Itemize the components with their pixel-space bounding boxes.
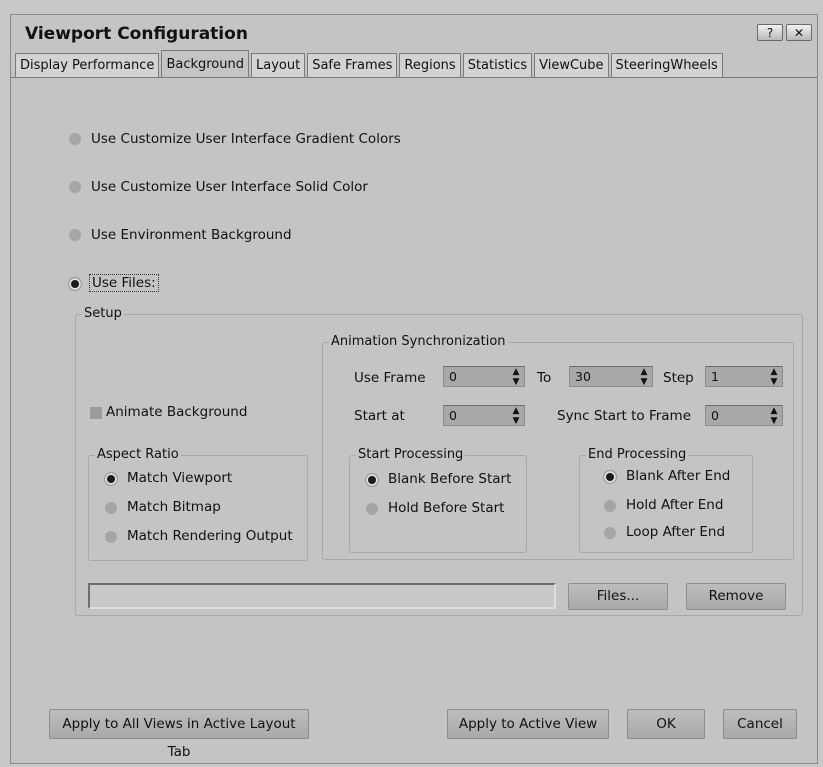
aspect-ratio-group: Aspect Ratio Match Viewport Match Bitmap… <box>88 447 308 561</box>
dialog-title: Viewport Configuration <box>25 24 248 44</box>
use-frame-spinner[interactable]: 0 ▲▼ <box>443 366 525 387</box>
title-bar: Viewport Configuration ? ✕ <box>11 15 817 49</box>
start-processing-title: Start Processing <box>356 447 466 463</box>
to-label: To <box>537 370 552 386</box>
viewport-configuration-dialog: Viewport Configuration ? ✕ Display Perfo… <box>10 14 818 764</box>
radio-use-files[interactable] <box>69 278 81 290</box>
radio-solid-color[interactable] <box>69 181 81 193</box>
radio-blank-after-end[interactable] <box>604 471 616 483</box>
start-processing-group: Start Processing Blank Before Start Hold… <box>349 447 527 553</box>
file-path-field[interactable] <box>88 583 556 609</box>
tab-layout[interactable]: Layout <box>251 53 306 77</box>
animate-background-checkbox[interactable] <box>90 407 102 419</box>
sync-start-to-frame-value: 0 <box>711 408 719 423</box>
tab-strip: Display Performance Background Layout Sa… <box>15 50 725 78</box>
sync-start-to-frame-spinner[interactable]: 0 ▲▼ <box>705 405 783 426</box>
start-at-value: 0 <box>449 408 457 423</box>
apply-to-active-view-button[interactable]: Apply to Active View <box>447 709 609 739</box>
tab-regions[interactable]: Regions <box>399 53 461 77</box>
end-processing-group: End Processing Blank After End Hold Afte… <box>579 447 753 553</box>
aspect-ratio-title: Aspect Ratio <box>95 447 181 463</box>
files-button[interactable]: Files... <box>568 583 668 610</box>
radio-match-viewport[interactable] <box>105 473 117 485</box>
radio-gradient-colors[interactable] <box>69 133 81 145</box>
radio-match-viewport-label[interactable]: Match Viewport <box>127 470 232 486</box>
step-value: 1 <box>711 369 719 384</box>
animation-synchronization-title: Animation Synchronization <box>329 334 508 350</box>
spinner-arrows-icon[interactable]: ▲▼ <box>511 406 521 429</box>
radio-hold-before-start[interactable] <box>366 503 378 515</box>
apply-to-all-views-button[interactable]: Apply to All Views in Active Layout Tab <box>49 709 309 760</box>
remove-button[interactable]: Remove <box>686 583 786 610</box>
spinner-arrows-icon[interactable]: ▲▼ <box>769 367 779 390</box>
radio-match-rendering-output[interactable] <box>105 531 117 543</box>
start-at-label: Start at <box>354 408 405 424</box>
radio-environment-background-label[interactable]: Use Environment Background <box>91 227 292 243</box>
cancel-button[interactable]: Cancel <box>723 709 797 739</box>
radio-blank-after-end-label[interactable]: Blank After End <box>626 468 730 484</box>
radio-match-rendering-output-label[interactable]: Match Rendering Output <box>127 528 293 544</box>
radio-blank-before-start[interactable] <box>366 474 378 486</box>
end-processing-title: End Processing <box>586 447 689 463</box>
step-spinner[interactable]: 1 ▲▼ <box>705 366 783 387</box>
radio-solid-color-label[interactable]: Use Customize User Interface Solid Color <box>91 179 368 195</box>
spinner-arrows-icon[interactable]: ▲▼ <box>769 406 779 429</box>
radio-hold-after-end[interactable] <box>604 500 616 512</box>
tab-background[interactable]: Background <box>161 50 249 77</box>
start-at-spinner[interactable]: 0 ▲▼ <box>443 405 525 426</box>
radio-loop-after-end[interactable] <box>604 527 616 539</box>
use-frame-value: 0 <box>449 369 457 384</box>
radio-hold-before-start-label[interactable]: Hold Before Start <box>388 500 504 516</box>
animate-background-label[interactable]: Animate Background <box>106 404 247 420</box>
step-label: Step <box>663 370 694 386</box>
radio-match-bitmap-label[interactable]: Match Bitmap <box>127 499 221 515</box>
ok-button[interactable]: OK <box>627 709 705 739</box>
spinner-arrows-icon[interactable]: ▲▼ <box>639 367 649 390</box>
radio-environment-background[interactable] <box>69 229 81 241</box>
sync-start-to-frame-label: Sync Start to Frame <box>557 408 692 424</box>
tab-steeringwheels[interactable]: SteeringWheels <box>610 53 723 77</box>
help-icon: ? <box>766 26 774 40</box>
tab-statistics[interactable]: Statistics <box>462 53 533 77</box>
radio-loop-after-end-label[interactable]: Loop After End <box>626 524 725 540</box>
spinner-arrows-icon[interactable]: ▲▼ <box>511 367 521 390</box>
to-frame-value: 30 <box>575 369 591 384</box>
radio-blank-before-start-label[interactable]: Blank Before Start <box>388 471 511 487</box>
animation-synchronization-group: Animation Synchronization Use Frame 0 ▲▼… <box>322 334 794 560</box>
radio-hold-after-end-label[interactable]: Hold After End <box>626 497 723 513</box>
close-button[interactable]: ✕ <box>786 24 812 41</box>
tab-display-performance[interactable]: Display Performance <box>15 53 160 77</box>
use-frame-label: Use Frame <box>354 370 426 386</box>
tab-viewcube[interactable]: ViewCube <box>534 53 609 77</box>
close-icon: ✕ <box>793 26 805 40</box>
radio-use-files-label[interactable]: Use Files: <box>89 274 159 292</box>
help-button[interactable]: ? <box>757 24 783 41</box>
setup-group: Setup Animate Background Aspect Ratio Ma… <box>75 306 803 616</box>
radio-match-bitmap[interactable] <box>105 502 117 514</box>
tab-safe-frames[interactable]: Safe Frames <box>307 53 398 77</box>
to-frame-spinner[interactable]: 30 ▲▼ <box>569 366 653 387</box>
radio-gradient-colors-label[interactable]: Use Customize User Interface Gradient Co… <box>91 131 401 147</box>
setup-group-title: Setup <box>82 306 124 322</box>
